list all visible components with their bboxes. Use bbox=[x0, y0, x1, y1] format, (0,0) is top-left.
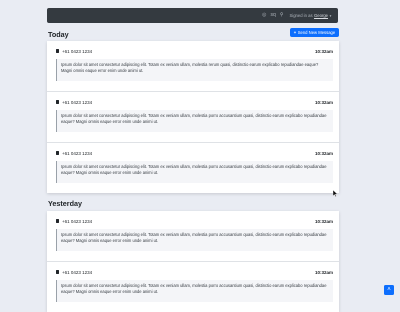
search-icon[interactable]: ⚲ bbox=[280, 13, 284, 18]
message-sender: +61 0423 1234 bbox=[62, 150, 93, 156]
phone-icon bbox=[56, 100, 59, 105]
messages-card-today: +61 0423 1234 10:32am Ipsum dolor sit am… bbox=[47, 41, 339, 193]
section-title-yesterday: Yesterday bbox=[48, 199, 82, 208]
message-sender: +61 0423 1234 bbox=[62, 269, 93, 275]
message-sender: +61 0423 1234 bbox=[62, 48, 93, 54]
caret-down-icon[interactable]: ▼ bbox=[329, 14, 332, 18]
globe-icon[interactable]: ◎ bbox=[262, 13, 266, 18]
mouse-cursor-icon bbox=[333, 190, 338, 197]
message-item[interactable]: +61 0423 1234 10:32am Ipsum dolor sit am… bbox=[47, 92, 339, 143]
user-menu-link[interactable]: George bbox=[314, 13, 328, 18]
section-title-today: Today bbox=[48, 30, 69, 39]
message-body: Ipsum dolor sit amet consectetur adipisc… bbox=[56, 161, 333, 183]
signed-in-label: Signed in as bbox=[289, 13, 313, 18]
message-body: Ipsum dolor sit amet consectetur adipisc… bbox=[56, 280, 333, 302]
plus-icon: + bbox=[293, 30, 297, 35]
message-body: Ipsum dolor sit amet consectetur adipisc… bbox=[56, 229, 333, 251]
message-time: 10:32am bbox=[314, 150, 333, 156]
message-item[interactable]: +61 0423 1234 10:32am Ipsum dolor sit am… bbox=[47, 41, 339, 92]
message-time: 10:32am bbox=[314, 269, 333, 275]
phone-icon bbox=[56, 49, 59, 54]
chevron-up-icon: ˄ bbox=[387, 287, 391, 293]
phone-icon bbox=[56, 270, 59, 275]
message-body: Ipsum dolor sit amet consectetur adipisc… bbox=[56, 59, 333, 81]
message-body: Ipsum dolor sit amet consectetur adipisc… bbox=[56, 110, 333, 132]
top-navbar: ◎ sq ⚲ Signed in as George ▼ bbox=[47, 8, 338, 23]
message-time: 10:32am bbox=[314, 48, 333, 54]
message-item[interactable]: +61 0423 1234 10:32am Ipsum dolor sit am… bbox=[47, 143, 339, 193]
send-new-message-button[interactable]: + Send New Message bbox=[290, 28, 339, 37]
message-time: 10:32am bbox=[314, 218, 333, 224]
send-new-message-label: Send New Message bbox=[297, 30, 336, 35]
phone-icon bbox=[56, 151, 59, 156]
message-item[interactable]: +61 0423 1234 10:32am Ipsum dolor sit am… bbox=[47, 211, 339, 262]
messages-card-yesterday: +61 0423 1234 10:32am Ipsum dolor sit am… bbox=[47, 211, 339, 312]
message-sender: +61 0423 1234 bbox=[62, 99, 93, 105]
message-sender: +61 0423 1234 bbox=[62, 218, 93, 224]
message-item[interactable]: +61 0423 1234 10:32am Ipsum dolor sit am… bbox=[47, 262, 339, 312]
language-selector[interactable]: sq bbox=[271, 13, 276, 18]
scroll-to-top-button[interactable]: ˄ bbox=[384, 285, 394, 295]
message-time: 10:32am bbox=[314, 99, 333, 105]
phone-icon bbox=[56, 219, 59, 224]
